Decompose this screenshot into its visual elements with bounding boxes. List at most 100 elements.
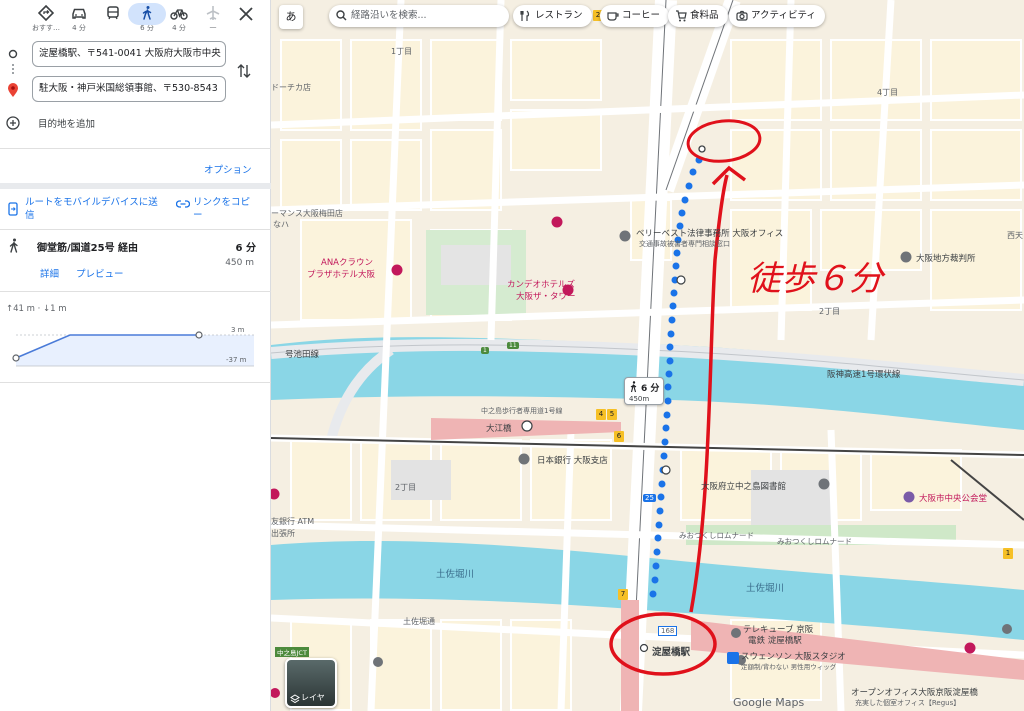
flight-icon (206, 6, 220, 20)
restaurant-icon (520, 10, 530, 21)
travel-mode-bar: おすす… 4 分 6 分 4 分 — (0, 0, 271, 40)
best-route-icon (38, 5, 54, 21)
route-option[interactable]: 御堂筋/国道25号 経由 6 分 450 m 詳細 プレビュー (0, 236, 271, 288)
phone-icon (8, 202, 18, 216)
details-link[interactable]: 詳細 (40, 266, 59, 280)
route-via: 御堂筋/国道25号 経由 (37, 243, 139, 254)
map-label-oebashi: 大江橋 (486, 424, 512, 434)
chip-grocery-label: 食料品 (690, 10, 719, 21)
map-label-hanshin: 阪神高速1号環状線 (827, 370, 901, 380)
cart-icon (676, 10, 687, 22)
swap-icon[interactable] (236, 62, 252, 80)
map-label-tosabori-dori: 土佐堀通 (403, 617, 435, 626)
divider (0, 382, 271, 383)
search-icon (336, 10, 347, 21)
map-label-tosabori-east: 土佐堀川 (746, 583, 785, 594)
map-label-publichall: 大阪市中央公会堂 (919, 494, 988, 504)
copy-link-button[interactable]: リンクをコピー (193, 196, 253, 222)
mode-car-button[interactable]: 4 分 (63, 2, 95, 38)
map-label-bank1: 友銀行 ATM (271, 517, 315, 526)
map-label-teleq2: 電鉄 淀屋橋駅 (748, 636, 802, 646)
walk-duration-callout[interactable]: 6 分 450m (624, 377, 664, 405)
elevation-chart (12, 331, 254, 367)
map-label-boj: 日本銀行 大阪支店 (537, 456, 608, 466)
chip-coffee[interactable]: コーヒー (600, 5, 670, 27)
map-label-hermes: ーマンス大阪梅田店 (271, 209, 343, 218)
map-base-layer (271, 0, 1024, 711)
directions-panel: おすす… 4 分 6 分 4 分 — 淀屋橋駅、〒541-0041 大阪府大阪市… (0, 0, 271, 711)
map-label-ikeda: 号池田線 (285, 350, 320, 360)
divider (0, 291, 271, 292)
map-label-chome2: 2丁目 (819, 307, 841, 316)
mode-best-label: おすす… (32, 24, 60, 32)
walk-icon (9, 238, 18, 253)
map-label-openoffice1: オープンオフィス大阪京阪淀屋橋 (851, 688, 978, 698)
layers-button[interactable]: レイヤ (285, 658, 337, 708)
map-label-candeo2: 大阪ザ・タワー (516, 292, 576, 302)
search-placeholder: 経路沿いを検索... (351, 10, 427, 21)
mode-transit-button[interactable] (97, 2, 129, 38)
map-label-promenade2: みおつくしロムナード (777, 537, 852, 546)
mode-car-label: 4 分 (72, 24, 86, 32)
mode-flight-button[interactable]: — (197, 2, 229, 38)
preview-link[interactable]: プレビュー (76, 266, 124, 280)
elevation-profile: ↑41 m · ↓1 m 3 m -37 m (0, 300, 271, 380)
map-label-station[interactable]: 淀屋橋駅 (652, 644, 690, 658)
options-button[interactable]: オプション (204, 162, 252, 176)
destination-pin-icon (8, 83, 18, 97)
callout-distance: 450m (629, 395, 650, 403)
chip-activity-label: アクティビティ (751, 10, 816, 21)
link-icon (176, 200, 190, 208)
elevation-low: -37 m (226, 356, 247, 364)
chip-activity[interactable]: アクティビティ (729, 5, 825, 27)
mode-best-button[interactable]: おすす… (30, 2, 62, 38)
route-distance: 450 m (225, 258, 254, 268)
chip-restaurant-label: レストラン (535, 10, 583, 21)
map-label-court: 大阪地方裁判所 (916, 254, 976, 264)
walk-icon (630, 381, 637, 393)
annotation-text: 徒歩６分 (747, 259, 886, 299)
add-circle-icon (6, 116, 20, 130)
chip-coffee-label: コーヒー (622, 10, 661, 21)
map-label-hermes2: なハ (273, 220, 289, 229)
close-icon[interactable] (236, 4, 256, 24)
coffee-icon (607, 12, 619, 21)
share-row: ルートをモバイルデバイスに送信 リンクをコピー (0, 196, 271, 226)
search-along-route[interactable]: 経路沿いを検索... (329, 5, 509, 27)
map-label-ana2: プラザホテル大阪 (307, 270, 376, 280)
destination-input[interactable]: 駐大阪・神戸米国総領事館、〒530-8543 (32, 76, 226, 102)
mode-walk-button[interactable]: 6 分 (128, 2, 166, 38)
map-label-jct: 中之島JCT (275, 647, 309, 657)
map-label-chome4: 4丁目 (877, 88, 899, 97)
chip-restaurant[interactable]: レストラン (513, 5, 592, 27)
map-label-openoffice2: 充実した個室オフィス【Regus】 (855, 699, 961, 707)
mode-flight-label: — (209, 23, 217, 31)
camera-icon (736, 10, 748, 21)
divider (0, 229, 271, 230)
route-shield-25: 25 (643, 494, 656, 502)
callout-duration: 6 分 (641, 384, 660, 394)
map-canvas[interactable]: 1丁目 4丁目 ドーチカ店 ーマンス大阪梅田店 なハ ANAクラウン プラザホテ… (271, 0, 1024, 711)
map-label-west: 西天 (1007, 231, 1023, 240)
bicycle-icon (170, 9, 188, 20)
language-button[interactable]: あ (279, 5, 303, 29)
add-destination-row[interactable]: 目的地を追加 (6, 115, 95, 131)
map-label-promenade: みおつくしロムナード (679, 531, 754, 540)
section-divider (0, 183, 271, 189)
send-to-device-link[interactable]: ルートをモバイルデバイスに送信 (25, 196, 160, 222)
layers-label: レイヤ (301, 693, 325, 702)
map-label-dokachi: ドーチカ店 (271, 83, 311, 92)
layers-icon (290, 694, 300, 704)
mode-bicycle-button[interactable]: 4 分 (163, 2, 195, 38)
map-label-walkway: 中之島歩行者専用道1号線 (481, 407, 563, 415)
map-label-candeo1: カンデオホテルズ (507, 280, 576, 290)
map-label-bell2: 交通事故被害者専門相談窓口 (639, 240, 730, 248)
google-maps-logo: Google Maps (733, 696, 805, 709)
origin-input[interactable]: 淀屋橋駅、〒541-0041 大阪府大阪市中央 (32, 41, 226, 67)
chip-grocery[interactable]: 食料品 (668, 5, 728, 27)
mode-bicycle-label: 4 分 (172, 24, 186, 32)
map-label-swensen2: 定額制/背わない 男性用ウィッグ (741, 663, 837, 671)
car-icon (72, 8, 86, 19)
map-label-bell1: ベリーベスト法律事務所 大阪オフィス (636, 229, 784, 239)
map-label-bank2: 出張所 (271, 529, 295, 538)
